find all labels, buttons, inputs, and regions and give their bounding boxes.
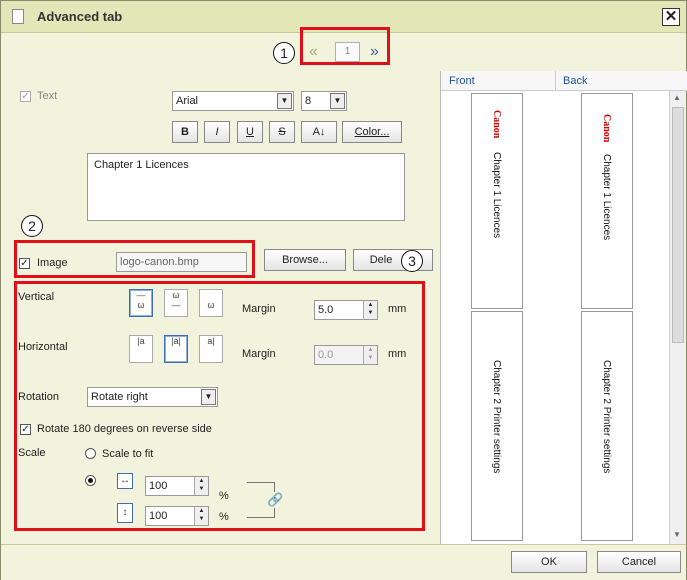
vertical-margin-value: 5.0 — [318, 304, 334, 316]
front-tab-1: Canon Chapter 1 Licences — [471, 93, 523, 309]
image-checkbox[interactable]: ✓ — [19, 258, 30, 269]
image-checkbox-label: Image — [37, 257, 68, 269]
canon-logo: Canon — [601, 114, 612, 143]
text-checkbox[interactable]: ✓ — [20, 91, 31, 102]
callout-1: 1 — [273, 42, 295, 64]
preview-panel: Front Back Canon Chapter 1 Licences Chap… — [440, 71, 687, 544]
back-tab-1: Canon Chapter 1 Licences — [581, 93, 633, 309]
chain-link-icon[interactable]: 🔗 — [267, 492, 284, 508]
color-button[interactable]: Color... — [342, 121, 402, 143]
strikethrough-button[interactable]: S — [269, 121, 295, 143]
horizontal-label: Horizontal — [18, 341, 68, 353]
vertical-margin-label: Margin — [242, 303, 276, 315]
scale-height-value: 100 — [149, 510, 168, 522]
underline-button[interactable]: U — [237, 121, 263, 143]
align-right-icon[interactable]: a| — [199, 335, 223, 363]
vertical-margin-input[interactable]: 5.0 ▲ ▼ — [314, 300, 378, 320]
callout-2: 2 — [21, 215, 43, 237]
rotate-reverse-label: Rotate 180 degrees on reverse side — [37, 423, 212, 435]
spinner-icon[interactable]: ▲ ▼ — [363, 346, 377, 364]
horizontal-margin-value: 0.0 — [318, 349, 334, 361]
horizontal-margin-unit: mm — [388, 348, 407, 360]
horizontal-margin-input[interactable]: 0.0 ▲ ▼ — [314, 345, 378, 365]
preview-scrollbar[interactable]: ▲ ▼ — [669, 91, 686, 544]
dialog-footer: OK Cancel — [1, 544, 686, 580]
rotation-select[interactable]: Rotate right ▼ — [87, 387, 218, 407]
rotation-select-value: Rotate right — [91, 391, 148, 403]
align-left-icon[interactable]: |a — [129, 335, 153, 363]
scale-label: Scale — [18, 447, 46, 459]
spinner-icon[interactable]: ▲ ▼ — [363, 301, 377, 319]
chevron-left-icon[interactable]: « — [309, 43, 318, 61]
scale-to-fit-radio[interactable] — [85, 448, 96, 459]
front-tab-2: Chapter 2 Printer settings — [471, 311, 523, 541]
front-tab-1-text: Chapter 1 Licences — [491, 152, 502, 239]
document-icon — [12, 9, 24, 24]
close-icon: ✕ — [664, 8, 678, 25]
scrollbar-thumb[interactable] — [672, 107, 684, 343]
front-tab-2-text: Chapter 2 Printer settings — [491, 360, 502, 474]
chevron-right-icon[interactable]: » — [370, 43, 379, 61]
width-arrows-icon: ↔ — [117, 473, 133, 489]
callout-3: 3 — [401, 250, 423, 272]
text-direction-button[interactable]: A↓ — [301, 121, 337, 143]
scale-height-unit: % — [219, 511, 229, 523]
text-content-area[interactable]: Chapter 1 Licences — [87, 153, 405, 221]
align-middle-icon[interactable]: ω — — [164, 289, 188, 317]
align-center-icon[interactable]: |a| — [164, 335, 188, 363]
bold-button[interactable]: B — [172, 121, 198, 143]
page-navigator: 1 « 1 » — [1, 27, 686, 71]
custom-scale-radio[interactable] — [85, 475, 96, 486]
horizontal-margin-label: Margin — [242, 348, 276, 360]
font-size-value: 8 — [305, 95, 312, 107]
browse-button[interactable]: Browse... — [264, 249, 346, 271]
italic-button[interactable]: I — [204, 121, 230, 143]
spinner-icon[interactable]: ▲ ▼ — [194, 477, 208, 495]
back-tab-2-text: Chapter 2 Printer settings — [601, 360, 612, 474]
vertical-margin-unit: mm — [388, 303, 407, 315]
font-select-value: Arial — [176, 95, 199, 107]
advanced-tab-dialog: Advanced tab ✕ 1 « 1 » ✓ Text Arial ▼ 8 … — [0, 0, 687, 580]
align-top-icon[interactable]: — ω — [129, 289, 153, 317]
font-size-select[interactable]: 8 ▼ — [301, 91, 347, 111]
back-tab-1-text: Chapter 1 Licences — [601, 154, 612, 241]
page-number-input[interactable]: 1 — [335, 42, 360, 62]
chevron-down-icon: ▼ — [201, 389, 216, 405]
back-label: Back — [563, 75, 588, 87]
canon-logo: Canon — [491, 110, 502, 139]
header-divider — [555, 71, 556, 91]
font-select[interactable]: Arial ▼ — [172, 91, 294, 111]
text-checkbox-label: Text — [37, 90, 58, 102]
scroll-up-icon[interactable]: ▲ — [673, 93, 681, 102]
front-label: Front — [449, 75, 475, 87]
scroll-down-icon[interactable]: ▼ — [673, 530, 681, 539]
image-file-field[interactable]: logo-canon.bmp — [116, 252, 247, 272]
scale-width-value: 100 — [149, 480, 168, 492]
scale-width-input[interactable]: 100 ▲ ▼ — [145, 476, 209, 496]
spinner-icon[interactable]: ▲ ▼ — [194, 507, 208, 525]
close-button[interactable]: ✕ — [662, 8, 680, 26]
settings-panel: ✓ Text Arial ▼ 8 ▼ B I U S A↓ Color... C… — [1, 71, 439, 544]
ok-button[interactable]: OK — [511, 551, 587, 573]
back-tab-2: Chapter 2 Printer settings — [581, 311, 633, 541]
vertical-label: Vertical — [18, 291, 55, 303]
scale-to-fit-label: Scale to fit — [102, 448, 154, 460]
rotate-reverse-checkbox[interactable]: ✓ — [20, 424, 31, 435]
dialog-title: Advanced tab — [37, 9, 123, 24]
chevron-down-icon: ▼ — [330, 93, 345, 109]
chevron-down-icon: ▼ — [277, 93, 292, 109]
align-bottom-icon[interactable]: ω — [199, 289, 223, 317]
scale-width-unit: % — [219, 490, 229, 502]
height-arrows-icon: ↕ — [117, 503, 133, 523]
preview-area: Canon Chapter 1 Licences Chapter 2 Print… — [441, 91, 669, 544]
scale-height-input[interactable]: 100 ▲ ▼ — [145, 506, 209, 526]
cancel-button[interactable]: Cancel — [597, 551, 681, 573]
rotation-label: Rotation — [18, 391, 59, 403]
